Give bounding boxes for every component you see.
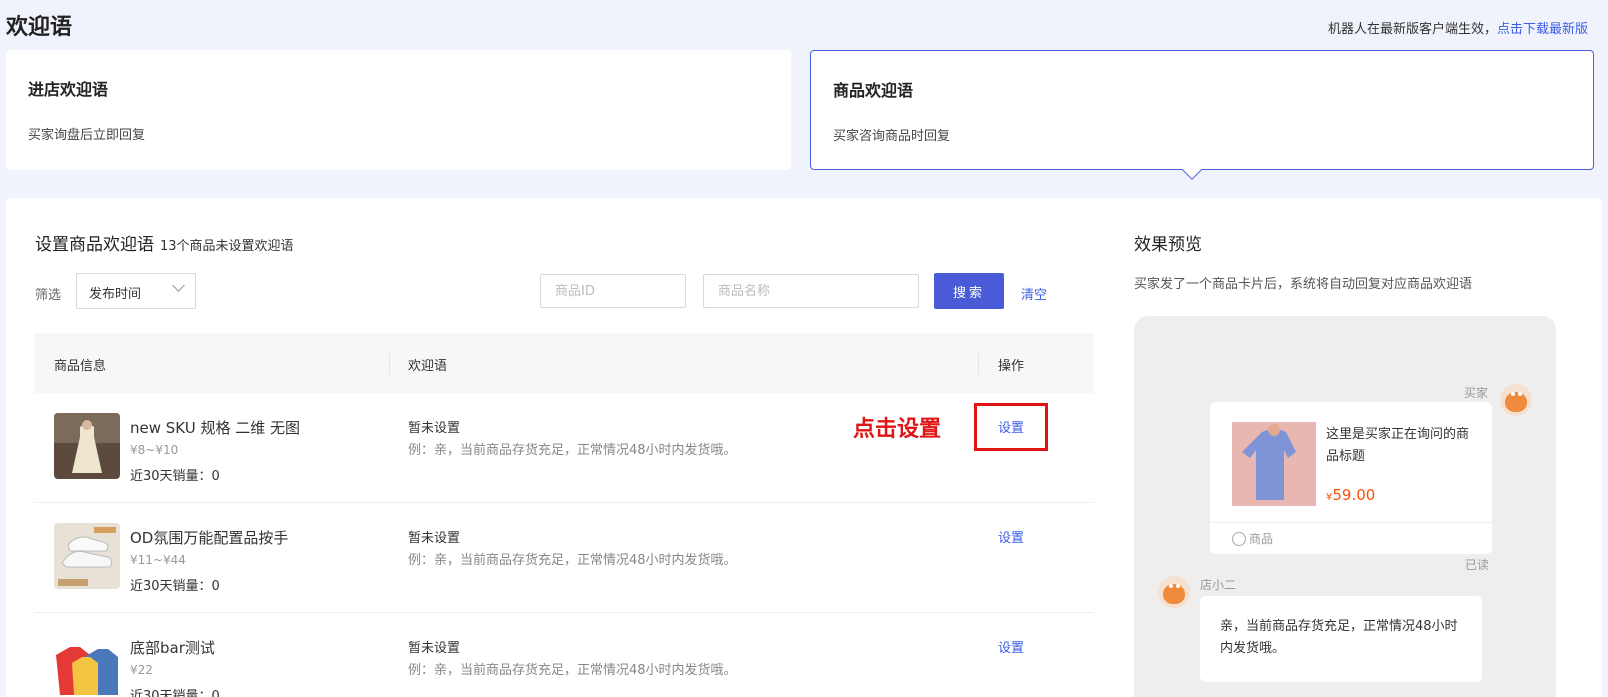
page-title: 欢迎语	[6, 15, 73, 40]
client-note: 机器人在最新版客户端生效，点击下载最新版	[1328, 18, 1588, 37]
sort-select[interactable]: 发布时间	[76, 273, 196, 309]
filter-label: 筛选	[35, 288, 62, 303]
greeting-example: 例：亲，当前商品存货充足，正常情况48小时内发货哦。	[408, 443, 737, 458]
read-status: 已读	[1465, 558, 1490, 572]
sort-select-value: 发布时间	[89, 287, 142, 302]
unset-count: 13个商品未设置欢迎语	[160, 239, 294, 254]
chat-preview: 买家 这里是买家正在询问的商品标题 ¥59.00 商品 已读 店小二 亲，当前商…	[1134, 316, 1556, 697]
header-divider	[978, 353, 979, 375]
product-name-input[interactable]	[703, 274, 919, 308]
header-greeting: 欢迎语	[408, 359, 448, 374]
product-card-price: ¥59.00	[1326, 486, 1375, 504]
buyer-avatar	[1500, 384, 1532, 416]
preview-desc: 买家发了一个商品卡片后，系统将自动回复对应商品欢迎语	[1134, 277, 1473, 292]
set-button[interactable]: 设置	[998, 417, 1024, 436]
chevron-down-icon	[172, 279, 185, 292]
product-card: 这里是买家正在询问的商品标题 ¥59.00 商品	[1210, 402, 1492, 554]
set-button[interactable]: 设置	[998, 637, 1024, 656]
annotation-text: 点击设置	[853, 417, 942, 442]
product-sales: 近30天销量：0	[130, 579, 220, 594]
product-card-title: 这里是买家正在询问的商品标题	[1326, 427, 1470, 464]
product-welcome-card[interactable]: 商品欢迎语 买家咨询商品时回复	[810, 50, 1594, 180]
section-title: 设置商品欢迎语 13个商品未设置欢迎语	[35, 230, 294, 255]
search-button[interactable]: 搜索	[934, 273, 1004, 309]
card-desc: 买家咨询商品时回复	[833, 129, 951, 144]
card-title: 商品欢迎语	[833, 81, 914, 100]
product-price: ¥11~¥44	[130, 553, 186, 567]
product-thumbnail	[54, 523, 120, 589]
table-row: new SKU 规格 二维 无图 ¥8~¥10 近30天销量：0 暂未设置 例：…	[34, 393, 1094, 503]
product-price: ¥8~¥10	[130, 443, 179, 457]
table-row: 底部bar测试 ¥22 近30天销量：0 暂未设置 例：亲，当前商品存货充足，正…	[34, 613, 1094, 697]
product-name[interactable]: new SKU 规格 二维 无图	[130, 417, 300, 438]
product-sales: 近30天销量：0	[130, 689, 220, 697]
product-table: 商品信息 欢迎语 操作 new SKU 规格 二维 无图 ¥8~¥10 近30天…	[34, 333, 1094, 697]
product-thumbnail	[54, 413, 120, 479]
clear-button[interactable]: 清空	[1021, 284, 1047, 303]
preview-title: 效果预览	[1134, 235, 1202, 255]
active-indicator	[1182, 160, 1202, 180]
card-divider	[1210, 522, 1492, 523]
card-title: 进店欢迎语	[28, 80, 109, 99]
greeting-status: 暂未设置	[408, 641, 461, 656]
table-header: 商品信息 欢迎语 操作	[34, 333, 1094, 393]
product-sales: 近30天销量：0	[130, 469, 220, 484]
download-link[interactable]: 点击下载最新版	[1497, 22, 1588, 37]
greeting-status: 暂未设置	[408, 421, 461, 436]
main-panel: 设置商品欢迎语13个商品未设置欢迎语 筛选 发布时间 搜索 清空 商品信息 欢迎…	[6, 198, 1602, 697]
product-card-price-value: 59.00	[1332, 486, 1376, 504]
set-button[interactable]: 设置	[998, 527, 1024, 546]
greeting-status: 暂未设置	[408, 531, 461, 546]
shop-avatar	[1158, 576, 1190, 608]
product-thumbnail	[54, 633, 120, 697]
header-action: 操作	[998, 359, 1025, 374]
section-title-text: 设置商品欢迎语	[35, 235, 154, 255]
header-product-info: 商品信息	[54, 359, 107, 374]
card-desc: 买家询盘后立即回复	[28, 128, 146, 143]
auto-reply-bubble: 亲，当前商品存货充足，正常情况48小时内发货哦。	[1200, 596, 1482, 682]
product-name[interactable]: OD氛围万能配置品按手	[130, 527, 288, 548]
header-divider	[389, 353, 390, 375]
product-tag-label: 商品	[1249, 532, 1274, 546]
store-welcome-card[interactable]: 进店欢迎语 买家询盘后立即回复	[6, 50, 791, 170]
client-note-text: 机器人在最新版客户端生效，	[1327, 22, 1497, 37]
greeting-example: 例：亲，当前商品存货充足，正常情况48小时内发货哦。	[408, 663, 737, 678]
product-price: ¥22	[130, 663, 153, 677]
product-card-image	[1232, 422, 1316, 506]
product-id-input[interactable]	[540, 274, 686, 308]
product-tag: 商品	[1232, 530, 1273, 547]
shop-label: 店小二	[1200, 578, 1237, 592]
gift-icon	[1232, 532, 1246, 546]
table-row: OD氛围万能配置品按手 ¥11~¥44 近30天销量：0 暂未设置 例：亲，当前…	[34, 503, 1094, 613]
greeting-example: 例：亲，当前商品存货充足，正常情况48小时内发货哦。	[408, 553, 737, 568]
product-name[interactable]: 底部bar测试	[130, 637, 215, 658]
buyer-label: 买家	[1463, 386, 1488, 400]
